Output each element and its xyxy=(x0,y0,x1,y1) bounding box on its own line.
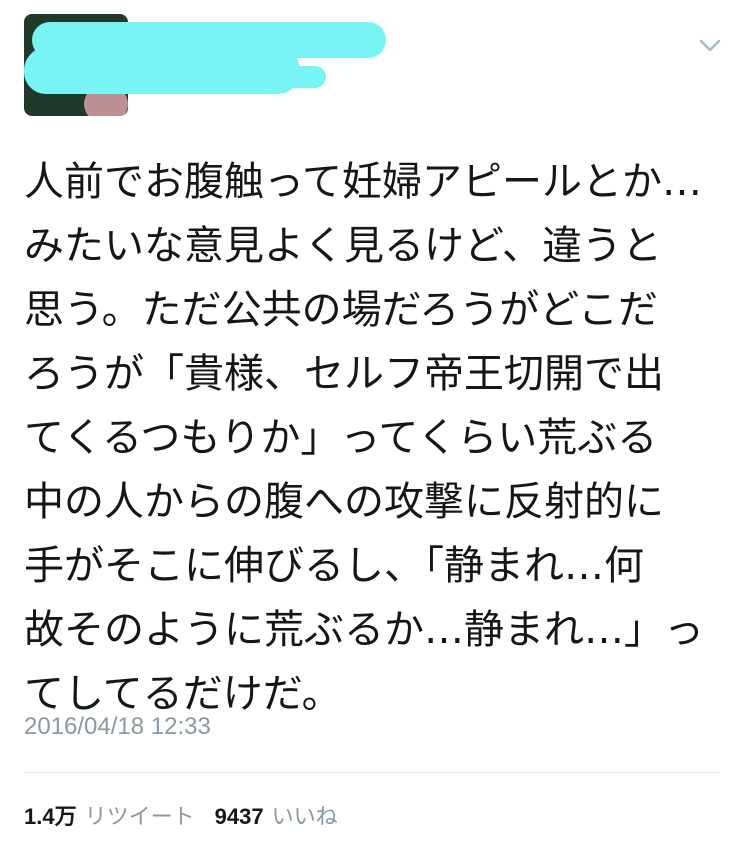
tweet-timestamp[interactable]: 2016/04/18 12:33 xyxy=(24,710,211,744)
tweet-header xyxy=(0,0,744,130)
likes-stat[interactable]: 9437 いいね xyxy=(215,800,338,834)
tweet-text: 人前でお腹触って妊婦アピールとか… みたいな意見よく見るけど、違うと 思う。ただ… xyxy=(24,159,704,717)
tweet-stats: 1.4万 リツイート 9437 いいね xyxy=(24,800,358,834)
retweets-stat[interactable]: 1.4万 リツイート xyxy=(24,800,195,834)
likes-label: いいね xyxy=(271,804,338,829)
likes-count: 9437 xyxy=(214,804,264,829)
retweets-label: リツイート xyxy=(84,804,195,829)
chevron-down-icon[interactable] xyxy=(698,36,722,56)
divider xyxy=(24,772,720,773)
redacted-handle xyxy=(150,66,326,88)
retweets-count: 1.4万 xyxy=(24,804,77,829)
